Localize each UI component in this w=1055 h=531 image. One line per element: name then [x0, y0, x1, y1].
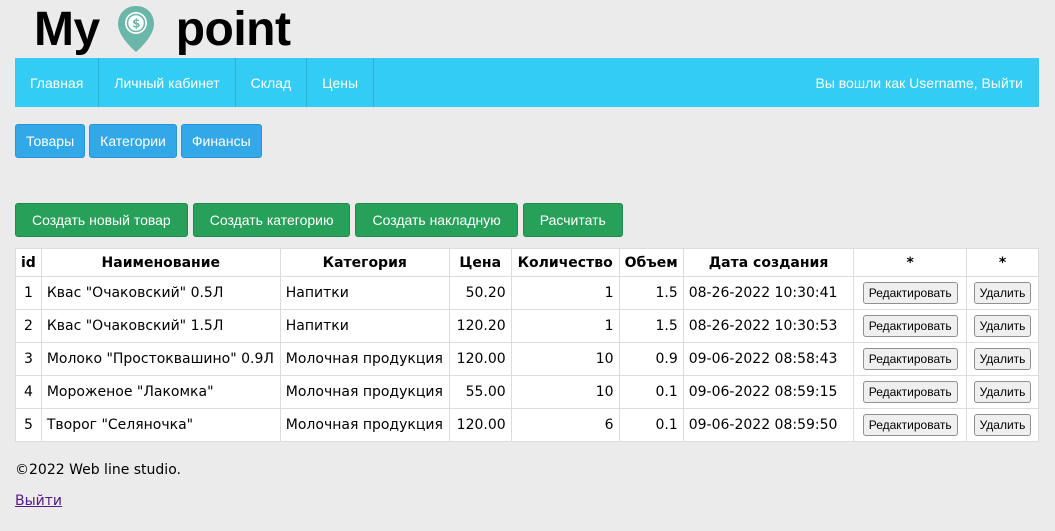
- cell-id: 3: [15, 342, 42, 376]
- main-navbar: Главная Личный кабинет Склад Цены Вы вош…: [15, 58, 1039, 107]
- cell-edit: Редактировать: [853, 276, 968, 310]
- cell-category: Напитки: [279, 309, 450, 343]
- delete-button[interactable]: Удалить: [973, 348, 1032, 370]
- logout-link[interactable]: Выйти: [15, 493, 62, 509]
- cell-quantity: 10: [510, 375, 620, 409]
- nav-item-home[interactable]: Главная: [15, 58, 100, 107]
- col-header-price: Цена: [448, 248, 512, 277]
- cell-category: Молочная продукция: [279, 342, 450, 376]
- cell-id: 2: [15, 309, 42, 343]
- cell-volume: 0.9: [618, 342, 684, 376]
- cell-name: Молоко "Простоквашино" 0.9Л: [40, 342, 281, 376]
- col-header-edit: *: [853, 248, 968, 277]
- col-header-volume: Объем: [618, 248, 684, 277]
- cell-edit: Редактировать: [853, 408, 968, 442]
- cell-delete: Удалить: [966, 342, 1039, 376]
- footer-copyright: ©2022 Web line studio.: [15, 462, 181, 478]
- edit-button[interactable]: Редактировать: [862, 348, 958, 370]
- cell-edit: Редактировать: [853, 342, 968, 376]
- cell-name: Квас "Очаковский" 1.5Л: [40, 309, 281, 343]
- cell-price: 120.20: [448, 309, 512, 343]
- cell-id: 5: [15, 408, 42, 442]
- brand-logo[interactable]: My $ point: [34, 2, 291, 56]
- table-header-row: id Наименование Категория Цена Количеств…: [15, 248, 1039, 277]
- col-header-name: Наименование: [40, 248, 281, 277]
- nav-item-prices[interactable]: Цены: [307, 58, 375, 107]
- pin-dollar-symbol: $: [132, 17, 140, 31]
- delete-button[interactable]: Удалить: [973, 282, 1032, 304]
- cell-volume: 0.1: [618, 408, 684, 442]
- cell-quantity: 10: [510, 342, 620, 376]
- cell-category: Молочная продукция: [279, 408, 450, 442]
- create-invoice-button[interactable]: Создать накладную: [355, 203, 518, 237]
- edit-button[interactable]: Редактировать: [862, 414, 958, 436]
- cell-created: 09-06-2022 08:59:50: [682, 408, 855, 442]
- nav-item-account[interactable]: Личный кабинет: [99, 58, 236, 107]
- col-header-category: Категория: [279, 248, 450, 277]
- cell-price: 120.00: [448, 408, 512, 442]
- cell-delete: Удалить: [966, 309, 1039, 343]
- cell-edit: Редактировать: [853, 309, 968, 343]
- subnav-categories-button[interactable]: Категории: [89, 124, 177, 158]
- edit-button[interactable]: Редактировать: [862, 282, 958, 304]
- products-table: id Наименование Категория Цена Количеств…: [15, 248, 1039, 442]
- col-header-created: Дата создания: [682, 248, 855, 277]
- cell-delete: Удалить: [966, 408, 1039, 442]
- subnav-finance-button[interactable]: Финансы: [180, 124, 262, 158]
- col-header-quantity: Количество: [510, 248, 620, 277]
- brand-word-point: point: [175, 2, 291, 56]
- cell-id: 4: [15, 375, 42, 409]
- cell-quantity: 1: [510, 309, 620, 343]
- user-login-status[interactable]: Вы вошли как Username, Выйти: [799, 58, 1039, 107]
- table-row: 1 Квас "Очаковский" 0.5Л Напитки 50.20 1…: [15, 276, 1039, 310]
- table-row: 5 Творог "Селяночка" Молочная продукция …: [15, 408, 1039, 442]
- table-row: 4 Мороженое "Лакомка" Молочная продукция…: [15, 375, 1039, 409]
- cell-quantity: 6: [510, 408, 620, 442]
- delete-button[interactable]: Удалить: [973, 414, 1032, 436]
- subnav: Товары Категории Финансы: [15, 124, 262, 158]
- cell-created: 08-26-2022 10:30:41: [682, 276, 855, 310]
- subnav-products-button[interactable]: Товары: [15, 124, 86, 158]
- cell-price: 55.00: [448, 375, 512, 409]
- cell-volume: 1.5: [618, 276, 684, 310]
- create-category-button[interactable]: Создать категорию: [192, 203, 351, 237]
- cell-created: 09-06-2022 08:58:43: [682, 342, 855, 376]
- calculate-button[interactable]: Расчитать: [522, 203, 623, 237]
- col-header-id: id: [15, 248, 42, 277]
- table-row: 2 Квас "Очаковский" 1.5Л Напитки 120.20 …: [15, 309, 1039, 343]
- cell-category: Напитки: [279, 276, 450, 310]
- cell-name: Творог "Селяночка": [40, 408, 281, 442]
- cell-price: 120.00: [448, 342, 512, 376]
- cell-created: 08-26-2022 10:30:53: [682, 309, 855, 343]
- delete-button[interactable]: Удалить: [973, 381, 1032, 403]
- brand-word-my: My: [34, 2, 100, 56]
- create-product-button[interactable]: Создать новый товар: [15, 203, 188, 237]
- edit-button[interactable]: Редактировать: [862, 315, 958, 337]
- map-pin-dollar-icon: $: [117, 6, 154, 52]
- table-row: 3 Молоко "Простоквашино" 0.9Л Молочная п…: [15, 342, 1039, 376]
- cell-volume: 0.1: [618, 375, 684, 409]
- cell-price: 50.20: [448, 276, 512, 310]
- cell-delete: Удалить: [966, 375, 1039, 409]
- delete-button[interactable]: Удалить: [973, 315, 1032, 337]
- cell-created: 09-06-2022 08:59:15: [682, 375, 855, 409]
- cell-quantity: 1: [510, 276, 620, 310]
- edit-button[interactable]: Редактировать: [862, 381, 958, 403]
- cell-id: 1: [15, 276, 42, 310]
- nav-item-warehouse[interactable]: Склад: [236, 58, 308, 107]
- cell-name: Мороженое "Лакомка": [40, 375, 281, 409]
- cell-edit: Редактировать: [853, 375, 968, 409]
- action-toolbar: Создать новый товар Создать категорию Со…: [15, 203, 623, 237]
- cell-delete: Удалить: [966, 276, 1039, 310]
- col-header-delete: *: [966, 248, 1039, 277]
- cell-volume: 1.5: [618, 309, 684, 343]
- cell-name: Квас "Очаковский" 0.5Л: [40, 276, 281, 310]
- cell-category: Молочная продукция: [279, 375, 450, 409]
